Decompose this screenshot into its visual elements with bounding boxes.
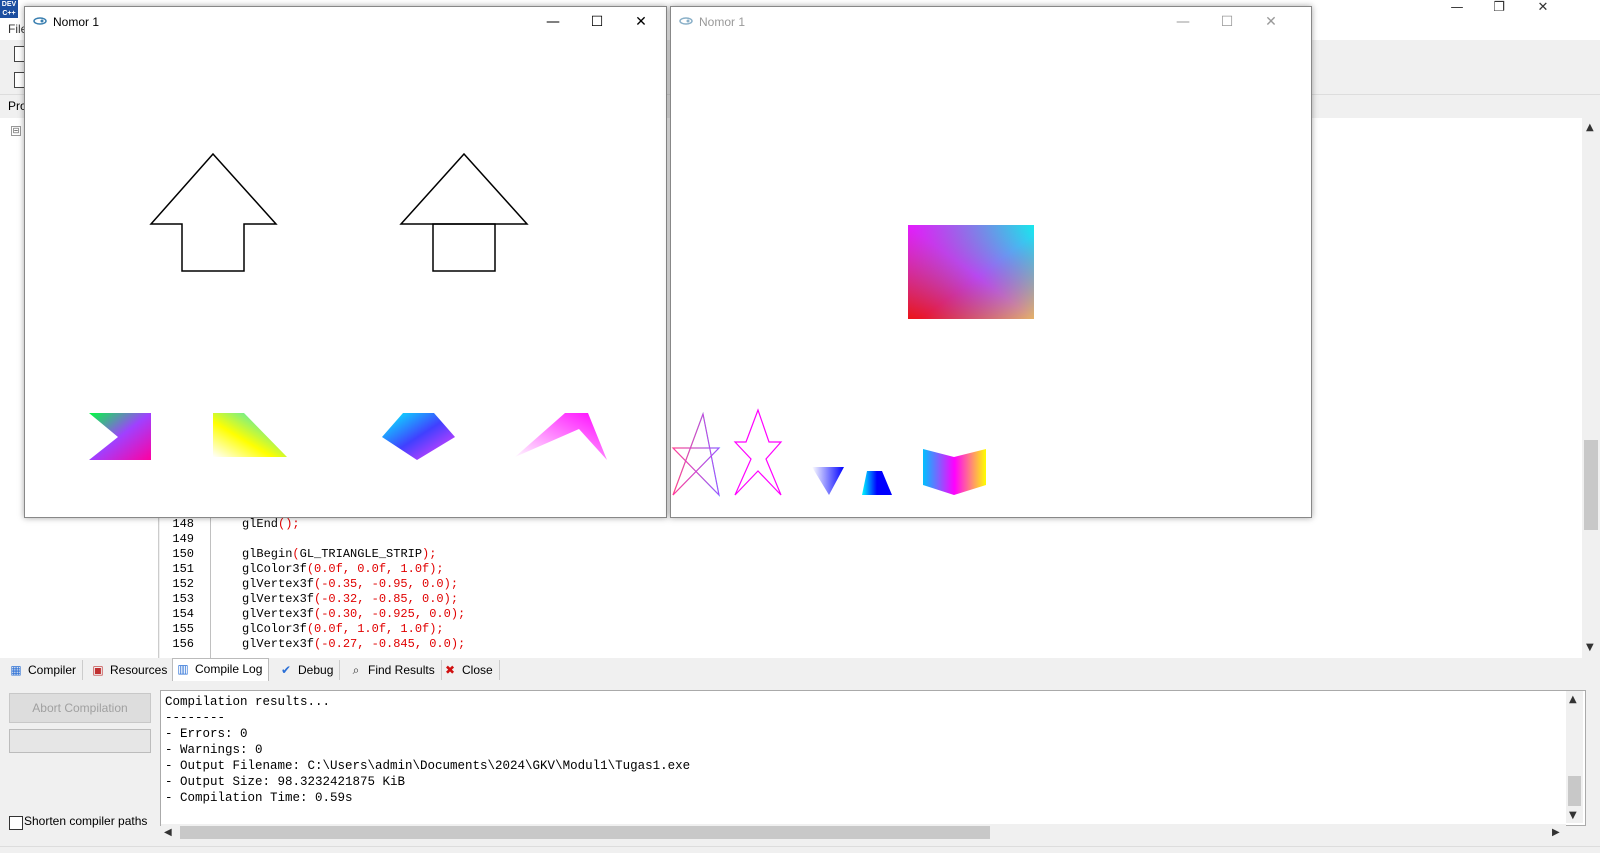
ide-close-button[interactable]: ✕ bbox=[1520, 0, 1566, 18]
house-body-shape bbox=[432, 223, 496, 272]
devcpp-logo-icon: DEV C++ bbox=[0, 0, 18, 18]
code-line[interactable]: glBegin(GL_TRIANGLE_STRIP); bbox=[242, 547, 436, 561]
code-line[interactable]: glEnd(); bbox=[242, 517, 300, 531]
window-title: Nomor 1 bbox=[53, 15, 100, 29]
line-number: 150 bbox=[172, 547, 194, 561]
log-line: - Warnings: 0 bbox=[165, 743, 263, 757]
maximize-button[interactable]: ☐ bbox=[577, 11, 617, 33]
editor-scroll-thumb[interactable] bbox=[1584, 440, 1598, 530]
house-roof-shape bbox=[399, 152, 529, 225]
close-button[interactable]: ✕ bbox=[621, 11, 661, 33]
bar-chart-icon: ▥ bbox=[177, 662, 189, 676]
tab-close[interactable]: ✖ Close bbox=[440, 660, 500, 680]
log-line: - Output Size: 98.3232421875 KiB bbox=[165, 775, 406, 789]
tab-find-results[interactable]: ⌕ Find Results bbox=[346, 660, 442, 680]
log-hscroll-thumb[interactable] bbox=[180, 826, 990, 839]
grid-icon: ▦ bbox=[10, 663, 22, 677]
log-scroll-thumb[interactable] bbox=[1568, 776, 1581, 806]
editor-scrollbar[interactable] bbox=[1582, 118, 1600, 658]
window-title: Nomor 1 bbox=[699, 15, 746, 29]
scroll-up-icon[interactable]: ▲ bbox=[1586, 122, 1594, 133]
log-line: - Output Filename: C:\Users\admin\Docume… bbox=[165, 759, 691, 773]
compile-log[interactable] bbox=[160, 690, 1586, 826]
minimize-button[interactable]: — bbox=[1163, 11, 1203, 33]
book-shape bbox=[923, 449, 986, 495]
minimize-button[interactable]: — bbox=[533, 11, 573, 33]
ide-minimize-button[interactable]: — bbox=[1434, 0, 1480, 18]
tab-resources[interactable]: ▣ Resources bbox=[88, 660, 175, 680]
gl-canvas-2 bbox=[671, 225, 1034, 497]
scroll-down-icon[interactable]: ▼ bbox=[1586, 642, 1594, 653]
compile-progress-bar bbox=[9, 729, 151, 753]
find-icon: ⌕ bbox=[352, 663, 360, 677]
window-app-icon bbox=[33, 17, 47, 25]
log-line: - Errors: 0 bbox=[165, 727, 248, 741]
gem-shape bbox=[812, 467, 844, 495]
line-number: 156 bbox=[172, 637, 194, 651]
shorten-paths-checkbox[interactable] bbox=[9, 816, 23, 830]
log-scroll-right-icon[interactable]: ▶ bbox=[1552, 827, 1560, 838]
star-outline-1-magenta bbox=[671, 412, 721, 497]
window-app-icon bbox=[679, 17, 693, 25]
diamond-shape bbox=[382, 413, 455, 460]
star-outline-2 bbox=[733, 408, 783, 496]
line-number: 149 bbox=[172, 532, 194, 546]
line-number: 152 bbox=[172, 577, 194, 591]
tree-collapse-icon[interactable]: ⊟ bbox=[11, 126, 21, 136]
tab-debug[interactable]: ✔ Debug bbox=[276, 660, 341, 680]
resources-icon: ▣ bbox=[92, 663, 104, 677]
line-number: 151 bbox=[172, 562, 194, 576]
code-line[interactable]: glVertex3f(-0.30, -0.925, 0.0); bbox=[242, 607, 465, 621]
tab-compiler[interactable]: ▦ Compiler bbox=[6, 660, 84, 680]
line-number: 148 bbox=[172, 517, 194, 531]
code-line[interactable]: glColor3f(0.0f, 1.0f, 1.0f); bbox=[242, 622, 444, 636]
log-line: -------- bbox=[165, 711, 226, 725]
code-line[interactable]: glVertex3f(-0.35, -0.95, 0.0); bbox=[242, 577, 458, 591]
check-icon: ✔ bbox=[280, 663, 292, 677]
line-number: 155 bbox=[172, 622, 194, 636]
arrow-shape-left bbox=[149, 152, 278, 272]
shorten-paths-label: Shorten compiler paths bbox=[24, 814, 148, 828]
log-scroll-up-icon[interactable]: ▲ bbox=[1569, 694, 1577, 705]
bowtie-shape bbox=[89, 413, 151, 460]
close-button[interactable]: ✕ bbox=[1251, 11, 1291, 33]
code-line[interactable]: glVertex3f(-0.27, -0.845, 0.0); bbox=[242, 637, 465, 651]
maximize-button[interactable]: ☐ bbox=[1207, 11, 1247, 33]
code-line[interactable]: glVertex3f(-0.32, -0.85, 0.0); bbox=[242, 592, 458, 606]
gl-window-1[interactable]: Nomor 1 — ☐ ✕ bbox=[24, 6, 667, 518]
log-scroll-down-icon[interactable]: ▼ bbox=[1569, 810, 1577, 821]
gutter-divider bbox=[210, 500, 211, 658]
close-icon: ✖ bbox=[444, 663, 456, 677]
gl-window-2[interactable]: Nomor 1 — ☐ ✕ bbox=[670, 6, 1312, 518]
trapezoid-shape bbox=[213, 413, 287, 457]
line-number: 154 bbox=[172, 607, 194, 621]
line-number: 153 bbox=[172, 592, 194, 606]
bolt-shape bbox=[862, 471, 892, 495]
gl-canvas-1 bbox=[89, 152, 607, 460]
chevron-shape bbox=[515, 413, 607, 460]
gradient-rectangle-overlay bbox=[908, 225, 1034, 319]
log-scroll-left-icon[interactable]: ◀ bbox=[164, 827, 172, 838]
log-line: - Compilation Time: 0.59s bbox=[165, 791, 353, 805]
log-line: Compilation results... bbox=[165, 695, 331, 709]
code-line[interactable]: glColor3f(0.0f, 0.0f, 1.0f); bbox=[242, 562, 444, 576]
tab-compile-log[interactable]: ▥ Compile Log bbox=[172, 658, 270, 681]
abort-compilation-button[interactable]: Abort Compilation bbox=[9, 693, 151, 723]
ide-restore-button[interactable]: ❐ bbox=[1476, 0, 1522, 18]
